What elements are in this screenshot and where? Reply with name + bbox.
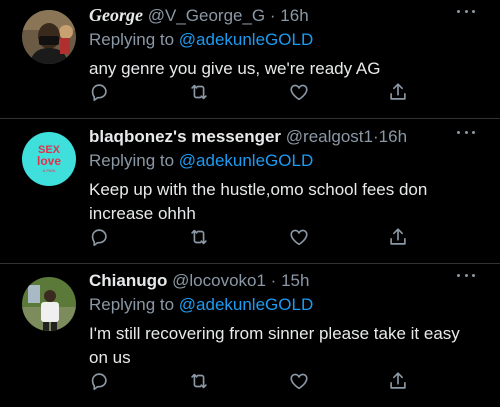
reply-button[interactable]: [88, 81, 110, 103]
tweet-content: George @V_George_G · 16h Replying to @ad…: [89, 4, 482, 81]
retweet-button[interactable]: [188, 370, 210, 392]
tweet-content: blaqbonez's messenger @realgost1·16h Rep…: [89, 126, 482, 226]
more-options-icon[interactable]: [457, 129, 475, 135]
reply-button[interactable]: [88, 226, 110, 248]
share-button[interactable]: [387, 370, 409, 392]
display-name[interactable]: blaqbonez's messenger: [89, 127, 281, 146]
display-name[interactable]: George: [89, 5, 143, 25]
mention-link[interactable]: @adekunleGOLD: [179, 151, 313, 170]
timestamp[interactable]: 15h: [281, 271, 309, 290]
share-button[interactable]: [387, 81, 409, 103]
tweet-actions: [88, 226, 418, 248]
reply-button[interactable]: [88, 370, 110, 392]
timestamp[interactable]: 16h: [379, 127, 407, 146]
retweet-icon: [191, 229, 207, 245]
avatar[interactable]: [22, 277, 76, 331]
replying-prefix: Replying to: [89, 151, 179, 170]
tweet-header: George @V_George_G · 16h: [89, 4, 482, 27]
tweet-content: Chianugo @locovoko1 · 15h Replying to @a…: [89, 270, 482, 370]
tweet-reply[interactable]: Chianugo @locovoko1 · 15h Replying to @a…: [0, 264, 500, 407]
user-handle[interactable]: @locovoko1: [172, 271, 266, 290]
tweet-header: Chianugo @locovoko1 · 15h: [89, 270, 482, 292]
avatar[interactable]: SEX love & PAIN: [22, 132, 76, 186]
like-icon: [290, 84, 308, 101]
reply-icon: [91, 229, 107, 247]
retweet-button[interactable]: [188, 226, 210, 248]
replying-prefix: Replying to: [89, 30, 179, 49]
reply-icon: [91, 84, 107, 102]
replying-prefix: Replying to: [89, 295, 179, 314]
share-button[interactable]: [387, 226, 409, 248]
tweet-reply[interactable]: SEX love & PAIN blaqbonez's messenger @r…: [0, 119, 500, 264]
separator-dot: ·: [270, 271, 277, 290]
reply-icon: [91, 373, 107, 391]
like-icon: [290, 373, 308, 390]
user-handle[interactable]: @realgost1: [286, 127, 373, 146]
album-art-avatar-icon: SEX love & PAIN: [22, 132, 76, 186]
profile-photo-icon: [22, 277, 76, 331]
tweet-text: Keep up with the hustle,omo school fees …: [89, 180, 428, 223]
avatar-text-small: & PAIN: [43, 168, 56, 173]
replying-to-line: Replying to @adekunleGOLD: [89, 149, 482, 173]
more-options-icon[interactable]: [457, 272, 475, 278]
timestamp[interactable]: 16h: [280, 6, 308, 25]
tweet-text: any genre you give us, we're ready AG: [89, 59, 381, 78]
mention-link[interactable]: @adekunleGOLD: [179, 295, 313, 314]
tweet-actions: [88, 81, 418, 103]
like-button[interactable]: [288, 81, 310, 103]
replying-to-line: Replying to @adekunleGOLD: [89, 293, 482, 317]
replying-to-line: Replying to @adekunleGOLD: [89, 28, 482, 52]
retweet-icon: [191, 84, 207, 100]
share-icon: [390, 228, 406, 245]
tweet-actions: [88, 370, 418, 392]
avatar[interactable]: [22, 10, 76, 64]
more-options-icon[interactable]: [457, 8, 475, 14]
like-button[interactable]: [288, 370, 310, 392]
tweet-text: I'm still recovering from sinner please …: [89, 324, 460, 367]
retweet-button[interactable]: [188, 81, 210, 103]
user-handle[interactable]: @V_George_G: [148, 6, 265, 25]
profile-photo-icon: [22, 10, 76, 64]
like-button[interactable]: [288, 226, 310, 248]
mention-link[interactable]: @adekunleGOLD: [179, 30, 313, 49]
retweet-icon: [191, 373, 207, 389]
tweet-reply[interactable]: George @V_George_G · 16h Replying to @ad…: [0, 0, 500, 119]
avatar-text-bottom: love: [37, 154, 61, 168]
share-icon: [390, 83, 406, 100]
separator-dot: ·: [269, 6, 276, 25]
share-icon: [390, 372, 406, 389]
like-icon: [290, 229, 308, 246]
display-name[interactable]: Chianugo: [89, 271, 167, 290]
reply-timeline: George @V_George_G · 16h Replying to @ad…: [0, 0, 500, 407]
tweet-header: blaqbonez's messenger @realgost1·16h: [89, 126, 482, 148]
